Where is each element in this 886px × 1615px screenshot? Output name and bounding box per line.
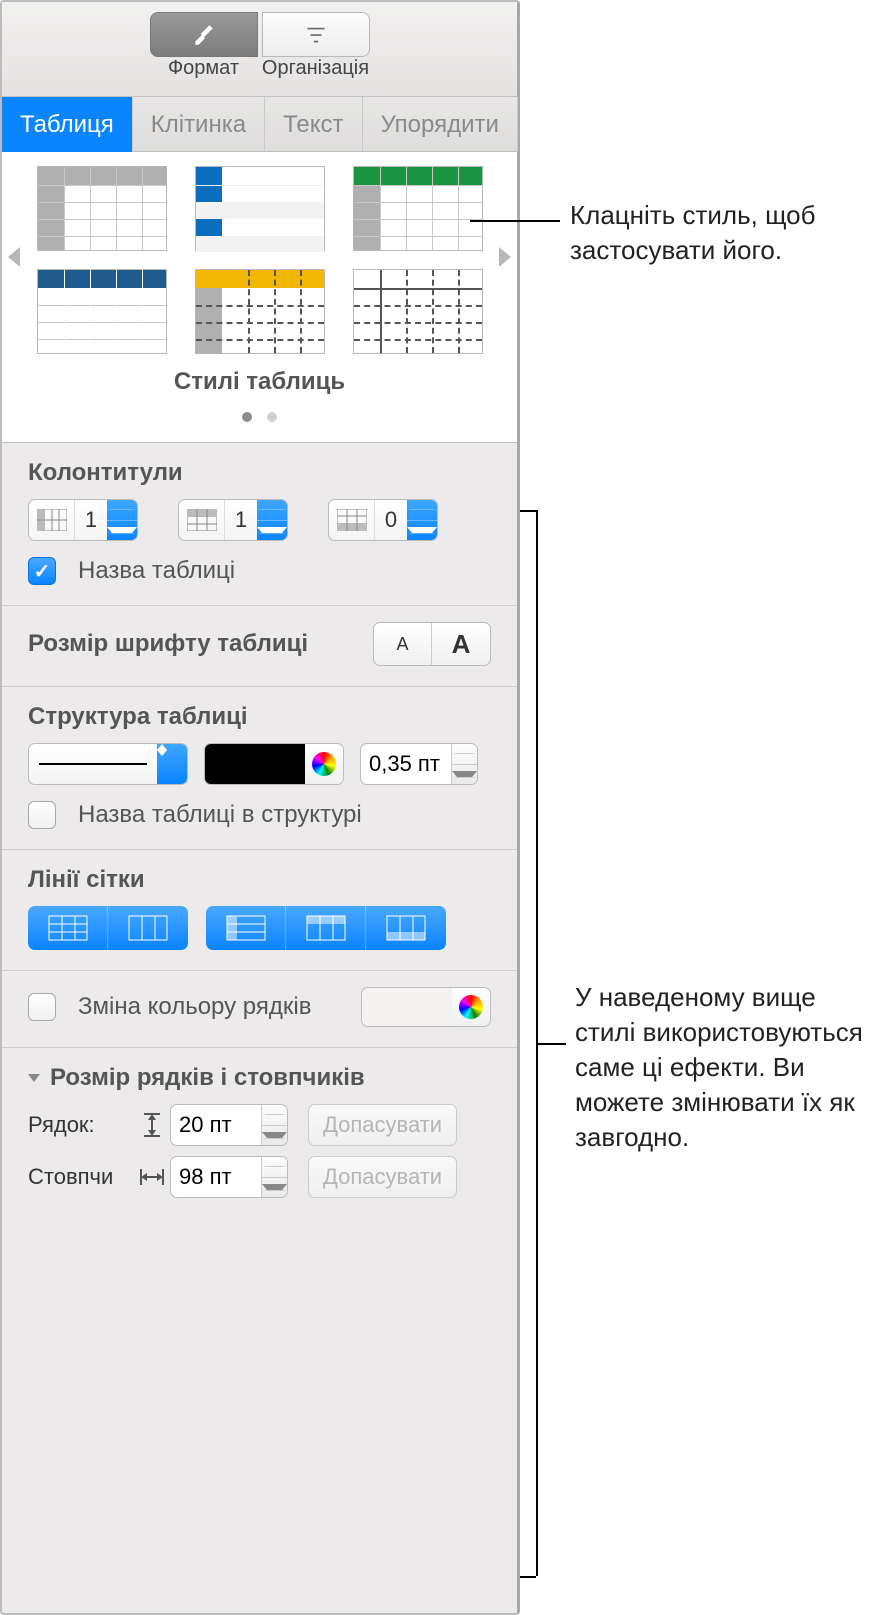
filter-icon bbox=[303, 22, 329, 48]
color-wheel-icon bbox=[312, 752, 336, 776]
outline-line-style[interactable] bbox=[28, 743, 188, 785]
row-fit-button[interactable]: Допасувати bbox=[308, 1104, 457, 1146]
callout-bracket-bottom bbox=[520, 1576, 536, 1578]
gridlines-icon bbox=[226, 915, 266, 941]
footer-rows-stepper[interactable]: 0 bbox=[328, 499, 438, 541]
styles-pager bbox=[12, 402, 507, 428]
row-height-field[interactable] bbox=[170, 1104, 288, 1146]
header-rows-stepper[interactable]: 1 bbox=[178, 499, 288, 541]
row-height-icon bbox=[134, 1112, 170, 1138]
row-height-label: Рядок: bbox=[28, 1112, 134, 1138]
footer-rows-value: 0 bbox=[375, 507, 407, 533]
callout-bottom: У наведеному вище стилі використовуються… bbox=[575, 980, 875, 1155]
alternating-row-label: Зміна кольору рядків bbox=[78, 993, 311, 1021]
callout-top: Клацніть стиль, щоб застосувати його. bbox=[570, 198, 870, 268]
row-color-picker[interactable] bbox=[452, 988, 490, 1026]
gridlines-header-row[interactable] bbox=[286, 906, 366, 950]
outline-title: Структура таблиці bbox=[28, 703, 491, 731]
tab-text[interactable]: Текст bbox=[265, 97, 362, 152]
gridlines-header-col[interactable] bbox=[206, 906, 286, 950]
row-height-input[interactable] bbox=[171, 1105, 261, 1145]
outline-color-picker[interactable] bbox=[305, 744, 343, 784]
row-color-well[interactable] bbox=[361, 987, 491, 1027]
font-size-toggle[interactable]: A A bbox=[373, 622, 491, 666]
table-style-4[interactable] bbox=[37, 269, 167, 354]
col-width-input[interactable] bbox=[171, 1157, 261, 1197]
table-style-1[interactable] bbox=[37, 166, 167, 251]
table-style-6[interactable] bbox=[353, 269, 483, 354]
callout-bracket-top bbox=[520, 510, 536, 512]
table-styles-area: Стилі таблиць bbox=[2, 152, 517, 443]
organize-label: Організація bbox=[262, 57, 370, 80]
header-columns-value: 1 bbox=[75, 507, 107, 533]
inspector-toolbar: Формат Організація bbox=[2, 2, 517, 97]
inspector-panel: Формат Організація Таблиця Клітинка Текс… bbox=[0, 0, 520, 1615]
tab-arrange[interactable]: Упорядити bbox=[363, 97, 518, 152]
font-size-section: Розмір шрифту таблиці A A bbox=[2, 606, 517, 687]
format-label: Формат bbox=[150, 57, 258, 80]
header-rows-icon bbox=[179, 500, 225, 540]
font-size-smaller[interactable]: A bbox=[374, 623, 432, 665]
col-width-label: Стовпчи bbox=[28, 1164, 134, 1190]
tab-cell[interactable]: Клітинка bbox=[133, 97, 265, 152]
alternating-row-checkbox[interactable] bbox=[28, 993, 56, 1021]
styles-caption: Стилі таблиць bbox=[12, 368, 507, 396]
row-col-size-section: Розмір рядків і стовпчиків Рядок: Допасу… bbox=[2, 1048, 517, 1228]
format-button[interactable]: Формат bbox=[150, 12, 258, 80]
col-fit-button[interactable]: Допасувати bbox=[308, 1156, 457, 1198]
table-name-checkbox[interactable] bbox=[28, 557, 56, 585]
gridlines-section: Лінії сітки bbox=[2, 850, 517, 971]
row-color-swatch[interactable] bbox=[362, 988, 452, 1026]
name-in-outline-label: Назва таблиці в структурі bbox=[78, 801, 362, 829]
color-wheel-icon bbox=[459, 995, 483, 1019]
headers-title: Колонтитули bbox=[28, 459, 491, 487]
outline-width-field[interactable] bbox=[360, 743, 478, 785]
table-name-label: Назва таблиці bbox=[78, 557, 235, 585]
format-tabs: Таблиця Клітинка Текст Упорядити bbox=[2, 97, 517, 152]
styles-prev-arrow[interactable] bbox=[8, 247, 20, 267]
gridlines-icon bbox=[128, 915, 168, 941]
organize-button[interactable]: Організація bbox=[262, 12, 370, 80]
gridlines-icon bbox=[386, 915, 426, 941]
tab-table[interactable]: Таблиця bbox=[2, 97, 133, 152]
outline-color-well[interactable] bbox=[204, 743, 344, 785]
table-style-2[interactable] bbox=[195, 166, 325, 251]
brush-icon bbox=[191, 22, 217, 48]
table-style-5[interactable] bbox=[195, 269, 325, 354]
gridlines-icon bbox=[48, 915, 88, 941]
gridlines-title: Лінії сітки bbox=[28, 866, 491, 894]
pager-dot-2[interactable] bbox=[267, 412, 277, 422]
header-rows-value: 1 bbox=[225, 507, 257, 533]
header-columns-icon bbox=[29, 500, 75, 540]
callout-line bbox=[470, 220, 560, 222]
outline-color-swatch[interactable] bbox=[205, 744, 305, 784]
pager-dot-1[interactable] bbox=[242, 412, 252, 422]
font-size-larger[interactable]: A bbox=[432, 623, 490, 665]
row-color-section: Зміна кольору рядків bbox=[2, 971, 517, 1048]
font-size-title: Розмір шрифту таблиці bbox=[28, 630, 308, 658]
outline-width-input[interactable] bbox=[361, 744, 451, 784]
table-style-3[interactable] bbox=[353, 166, 483, 251]
callout-bracket-mid bbox=[536, 1043, 566, 1045]
gridlines-icon bbox=[306, 915, 346, 941]
col-width-field[interactable] bbox=[170, 1156, 288, 1198]
headers-section: Колонтитули 1 1 0 bbox=[2, 443, 517, 606]
footer-rows-icon bbox=[329, 500, 375, 540]
gridlines-footer-row[interactable] bbox=[366, 906, 446, 950]
header-columns-stepper[interactable]: 1 bbox=[28, 499, 138, 541]
gridlines-body-vertical[interactable] bbox=[108, 906, 188, 950]
name-in-outline-checkbox[interactable] bbox=[28, 801, 56, 829]
col-width-icon bbox=[134, 1167, 170, 1187]
row-col-size-title: Розмір рядків і стовпчиків bbox=[50, 1064, 365, 1092]
outline-section: Структура таблиці Назва таблиці в структ… bbox=[2, 687, 517, 850]
gridlines-body-horizontal[interactable] bbox=[28, 906, 108, 950]
styles-next-arrow[interactable] bbox=[499, 247, 511, 267]
row-col-size-disclosure[interactable]: Розмір рядків і стовпчиків bbox=[28, 1064, 491, 1092]
